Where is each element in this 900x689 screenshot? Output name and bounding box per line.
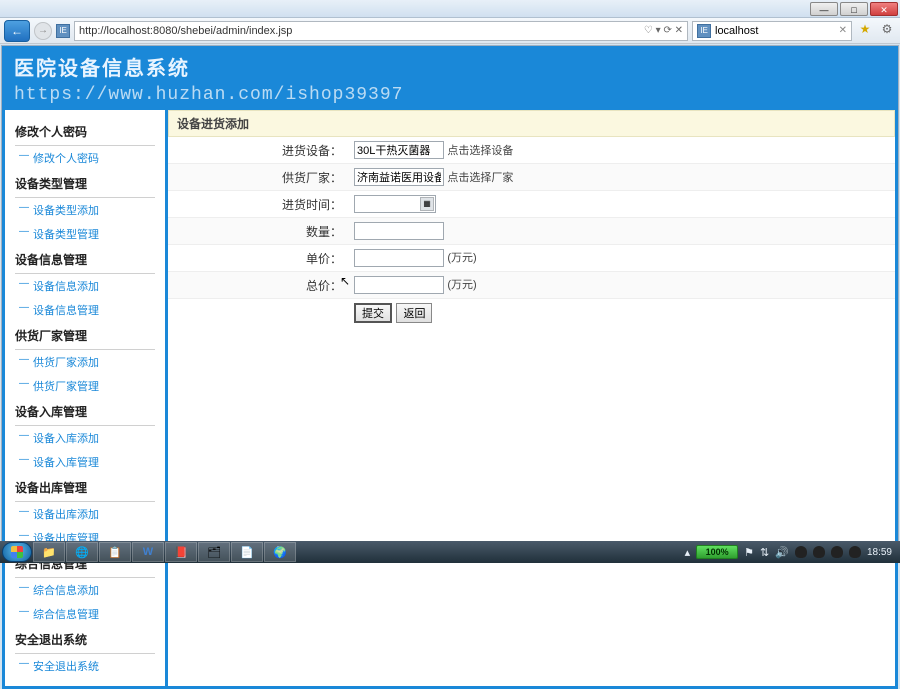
label-unitprice: 单价： [168, 245, 348, 272]
input-device[interactable] [354, 141, 444, 159]
taskbar: 📁 🌐 📋 W 📕 🗂 📄 🌍 ▴ 100% ⚑ ⇅ 🔊 18:59 [0, 541, 900, 563]
browser-tab[interactable]: IE localhost ✕ [692, 21, 852, 41]
sidebar-item-instock-add[interactable]: 设备入库添加 [15, 426, 155, 450]
url-text: http://localhost:8080/shebei/admin/index… [79, 25, 292, 37]
content-panel: 设备进货添加 进货设备： 点击选择设备 供货厂家： 点击选择厂家 [168, 110, 895, 686]
row-supplier: 供货厂家： 点击选择厂家 [168, 164, 895, 191]
sidebar-item-logout[interactable]: 安全退出系统 [15, 654, 155, 678]
browser-nav-bar: ← → IE http://localhost:8080/shebei/admi… [0, 18, 900, 44]
qq-icon[interactable] [831, 546, 843, 558]
input-qty[interactable] [354, 222, 444, 240]
side-group-devicetype: 设备类型管理 [15, 170, 155, 198]
task-item[interactable]: W [132, 542, 164, 562]
back-button[interactable]: 返回 [396, 303, 432, 323]
sidebar-item-instock-manage[interactable]: 设备入库管理 [15, 450, 155, 474]
tray-up-icon[interactable]: ▴ [685, 546, 691, 559]
row-device: 进货设备： 点击选择设备 [168, 137, 895, 164]
start-button[interactable] [2, 542, 32, 562]
qq-icon[interactable] [795, 546, 807, 558]
watermark: https://www.huzhan.com/ishop39397 [14, 85, 886, 105]
sidebar-item-devicetype-manage[interactable]: 设备类型管理 [15, 222, 155, 246]
form-buttons: 提交 返回 [168, 299, 895, 323]
task-item[interactable]: 📁 [33, 542, 65, 562]
url-controls[interactable]: ♡ ▾ ⟳ ✕ [640, 25, 683, 36]
url-bar[interactable]: http://localhost:8080/shebei/admin/index… [74, 21, 688, 41]
input-supplier[interactable] [354, 168, 444, 186]
battery-indicator[interactable]: 100% [696, 545, 738, 559]
calendar-icon[interactable]: ▦ [420, 197, 434, 211]
task-item[interactable]: 📄 [231, 542, 263, 562]
sidebar-item-comprehensive-manage[interactable]: 综合信息管理 [15, 602, 155, 626]
tray-net-icon[interactable]: ⇅ [760, 546, 769, 559]
task-item[interactable]: 🌐 [66, 542, 98, 562]
sidebar-item-comprehensive-add[interactable]: 综合信息添加 [15, 578, 155, 602]
task-item[interactable]: 📕 [165, 542, 197, 562]
sidebar: 修改个人密码 修改个人密码 设备类型管理 设备类型添加 设备类型管理 设备信息管… [5, 110, 165, 686]
taskbar-clock[interactable]: 18:59 [867, 547, 892, 558]
tray-flag-icon[interactable]: ⚑ [744, 546, 754, 559]
nav-back-button[interactable]: ← [4, 20, 30, 42]
side-group-instock: 设备入库管理 [15, 398, 155, 426]
app-body: 修改个人密码 修改个人密码 设备类型管理 设备类型添加 设备类型管理 设备信息管… [2, 110, 898, 689]
sidebar-item-supplier-manage[interactable]: 供货厂家管理 [15, 374, 155, 398]
tools-icon[interactable]: ⚙ [878, 22, 896, 40]
sidebar-item-deviceinfo-manage[interactable]: 设备信息管理 [15, 298, 155, 322]
tray-vol-icon[interactable]: 🔊 [775, 546, 789, 559]
task-item[interactable]: 🗂 [198, 542, 230, 562]
system-tray: ▴ 100% ⚑ ⇅ 🔊 18:59 [685, 545, 898, 559]
tab-close-icon[interactable]: ✕ [839, 25, 847, 36]
sidebar-item-outstock-add[interactable]: 设备出库添加 [15, 502, 155, 526]
label-supplier: 供货厂家： [168, 164, 348, 191]
sidebar-item-deviceinfo-add[interactable]: 设备信息添加 [15, 274, 155, 298]
tab-icon: IE [697, 24, 711, 38]
hint-select-supplier[interactable]: 点击选择厂家 [447, 172, 513, 184]
side-group-outstock: 设备出库管理 [15, 474, 155, 502]
row-unitprice: 单价： (万元) [168, 245, 895, 272]
form-title: 设备进货添加 [168, 110, 895, 137]
form-table: 进货设备： 点击选择设备 供货厂家： 点击选择厂家 进货时间： [168, 137, 895, 299]
window-maximize-button[interactable]: □ [840, 2, 868, 16]
input-unitprice[interactable] [354, 249, 444, 267]
task-item[interactable]: 🌍 [264, 542, 296, 562]
submit-button[interactable]: 提交 [354, 303, 392, 323]
input-total[interactable] [354, 276, 444, 294]
side-group-supplier: 供货厂家管理 [15, 322, 155, 350]
window-close-button[interactable]: ✕ [870, 2, 898, 16]
qq-icon[interactable] [849, 546, 861, 558]
page-icon: IE [56, 24, 70, 38]
nav-forward-button[interactable]: → [34, 22, 52, 40]
label-total: 总价： [168, 272, 348, 299]
app-title: 医院设备信息系统 [14, 52, 886, 81]
tab-label: localhost [715, 25, 758, 37]
row-time: 进货时间： ▦ [168, 191, 895, 218]
unit-unitprice: (万元) [447, 252, 476, 264]
favorites-icon[interactable]: ★ [856, 22, 874, 40]
sidebar-item-change-password[interactable]: 修改个人密码 [15, 146, 155, 170]
hint-select-device[interactable]: 点击选择设备 [447, 145, 513, 157]
row-qty: 数量： [168, 218, 895, 245]
sidebar-item-devicetype-add[interactable]: 设备类型添加 [15, 198, 155, 222]
window-minimize-button[interactable]: — [810, 2, 838, 16]
label-time: 进货时间： [168, 191, 348, 218]
side-group-logout: 安全退出系统 [15, 626, 155, 654]
app-container: 医院设备信息系统 https://www.huzhan.com/ishop393… [1, 45, 899, 542]
app-header: 医院设备信息系统 https://www.huzhan.com/ishop393… [2, 46, 898, 110]
qq-icon[interactable] [813, 546, 825, 558]
window-titlebar: — □ ✕ [0, 0, 900, 18]
side-group-password: 修改个人密码 [15, 118, 155, 146]
label-device: 进货设备： [168, 137, 348, 164]
task-item[interactable]: 📋 [99, 542, 131, 562]
row-total: 总价： ↖ (万元) [168, 272, 895, 299]
unit-total: (万元) [447, 279, 476, 291]
side-group-deviceinfo: 设备信息管理 [15, 246, 155, 274]
sidebar-item-supplier-add[interactable]: 供货厂家添加 [15, 350, 155, 374]
label-qty: 数量： [168, 218, 348, 245]
